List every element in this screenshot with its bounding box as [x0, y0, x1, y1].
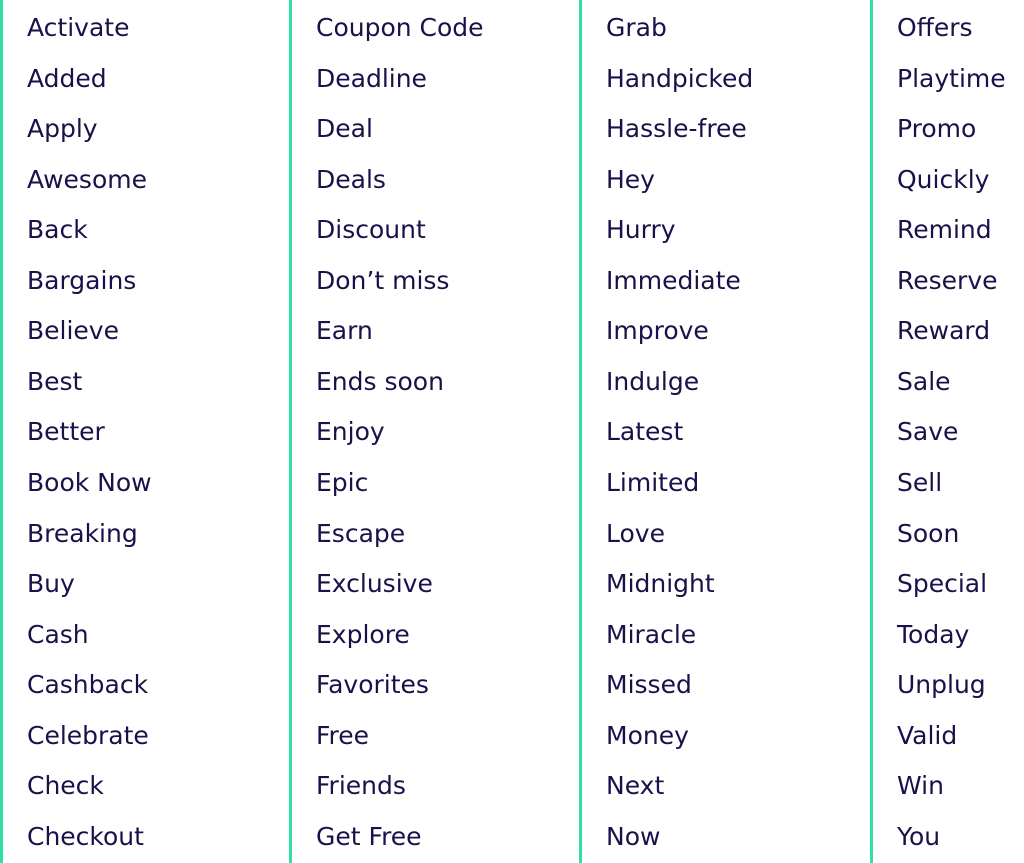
word-column: Coupon Code Deadline Deal Deals Discount Don’…: [289, 0, 579, 863]
word-item: Checkout: [27, 821, 144, 851]
word-item: Activate: [27, 13, 130, 42]
word-item: Win: [897, 771, 944, 801]
word-item: Exclusive: [316, 569, 433, 599]
word-column: Activate Added Apply Awesome Back Bargains Bel…: [0, 0, 290, 863]
word-item: Get Free: [316, 821, 422, 851]
word-item: Breaking: [27, 518, 138, 548]
word-item: Quickly: [897, 164, 990, 194]
word-item: You: [897, 821, 941, 851]
word-item: Sale: [897, 366, 951, 396]
word-item: Bargains: [27, 265, 137, 295]
word-item: Buy: [27, 569, 75, 599]
word-item: Deals: [316, 164, 386, 194]
word-item: Now: [606, 821, 661, 851]
word-item: Reserve: [897, 265, 998, 295]
word-item: Cash: [27, 619, 89, 649]
word-item: Hassle-free: [606, 114, 747, 144]
word-item: Favorites: [316, 670, 429, 700]
word-item: Deadline: [316, 63, 427, 93]
word-item: Best: [27, 366, 83, 396]
word-item: Deal: [316, 114, 373, 144]
word-item: Limited: [606, 468, 700, 498]
word-item: Remind: [897, 215, 992, 245]
word-item: Back: [27, 215, 88, 245]
word-column: Offers Playtime Promo Quickly Remind Reserve R…: [870, 0, 1024, 863]
word-item: Friends: [316, 771, 406, 801]
word-item: Enjoy: [316, 417, 385, 447]
word-item: Awesome: [27, 164, 147, 194]
word-item: Explore: [316, 619, 410, 649]
word-item: Better: [27, 417, 105, 447]
word-item: Unplug: [897, 670, 986, 700]
word-item: Book Now: [27, 468, 152, 498]
word-item: Escape: [316, 518, 406, 548]
word-item: Believe: [27, 316, 119, 346]
word-item: Save: [897, 417, 959, 447]
word-item: Missed: [606, 670, 692, 700]
word-item: Playtime: [897, 63, 1006, 93]
word-item: Hurry: [606, 215, 676, 245]
word-item: Earn: [316, 316, 373, 346]
word-item: Miracle: [606, 619, 697, 649]
word-item: Hey: [606, 164, 655, 194]
word-column: Grab Handpicked Hassle-free Hey Hurry Immedia…: [579, 0, 869, 863]
word-item: Improve: [606, 316, 709, 346]
word-item: Cashback: [27, 670, 149, 700]
word-item: Don’t miss: [316, 265, 450, 295]
word-item: Coupon Code: [316, 13, 484, 42]
word-item: Valid: [897, 720, 958, 750]
word-item: Added: [27, 63, 107, 93]
word-item: Check: [27, 771, 104, 801]
word-item: Soon: [897, 518, 960, 548]
word-item: Money: [606, 720, 689, 750]
word-item: Ends soon: [316, 366, 444, 396]
word-item: Indulge: [606, 366, 700, 396]
word-item: Epic: [316, 468, 369, 498]
word-list: Activate Added Apply Awesome Back Bargains Bel…: [0, 0, 1024, 863]
word-item: Offers: [897, 13, 973, 42]
word-item: Latest: [606, 417, 684, 447]
word-item: Free: [316, 720, 370, 750]
word-item: Reward: [897, 316, 991, 346]
word-item: Apply: [27, 114, 98, 144]
word-item: Love: [606, 518, 665, 548]
word-item: Immediate: [606, 265, 741, 295]
word-item: Discount: [316, 215, 426, 245]
word-item: Sell: [897, 468, 943, 498]
word-item: Grab: [606, 13, 667, 42]
word-item: Today: [897, 619, 970, 649]
word-item: Next: [606, 771, 665, 801]
word-item: Promo: [897, 114, 977, 144]
word-item: Special: [897, 569, 988, 599]
word-item: Handpicked: [606, 63, 754, 93]
word-item: Midnight: [606, 569, 715, 599]
word-item: Celebrate: [27, 720, 149, 750]
